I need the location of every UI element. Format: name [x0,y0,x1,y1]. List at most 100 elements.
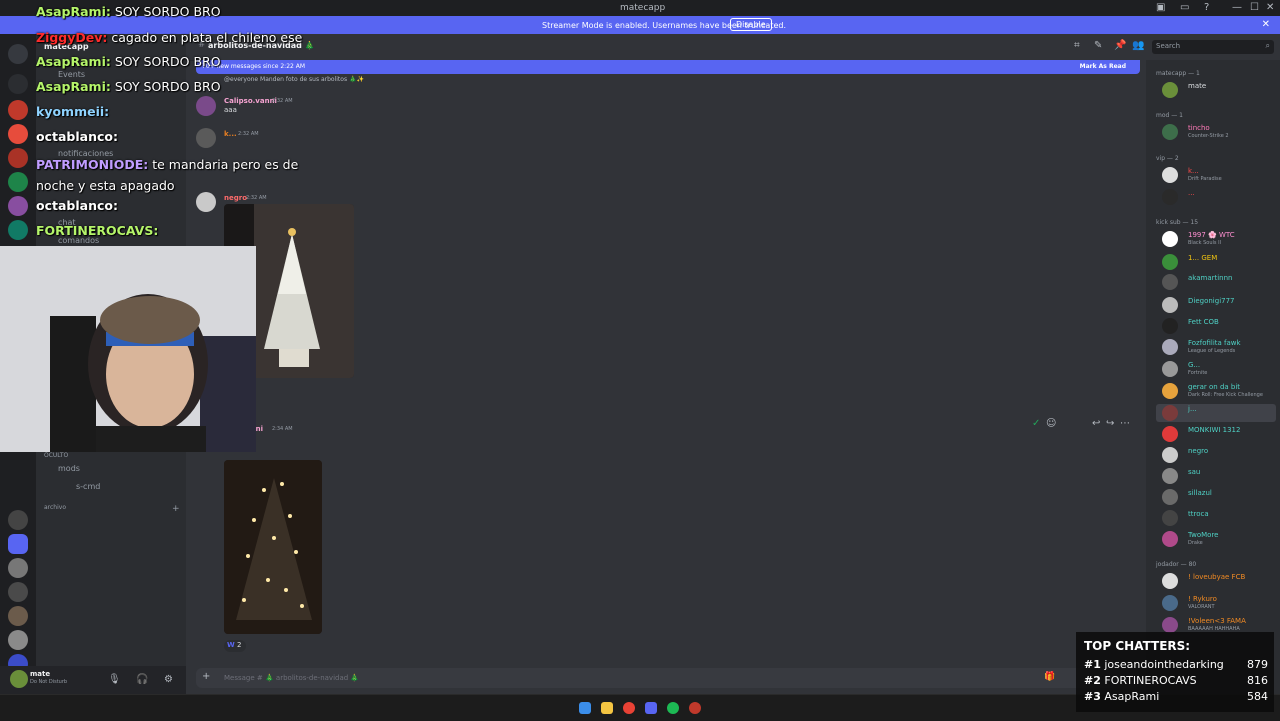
attach-plus-icon[interactable]: + [202,671,210,682]
chrome-icon[interactable] [623,702,635,714]
message-input-placeholder[interactable]: Message # 🎄 arbolitos-de-navidad 🎄 [224,674,359,682]
windows-start-icon[interactable] [579,702,591,714]
top-chatter-row: #2 FORTINEROCAVS 816 [1084,674,1268,687]
member-item[interactable]: MONKIWI 1312 [1156,425,1280,443]
server-icon[interactable] [8,148,28,168]
maximize-button[interactable]: ☐ [1250,2,1259,13]
member-item[interactable]: negro [1156,446,1280,464]
member-item[interactable]: akamartinnn [1156,273,1280,291]
microphone-icon[interactable]: 🎙 [108,674,121,685]
server-icon[interactable] [8,220,28,240]
member-group-label: mod — 1 [1156,112,1183,119]
member-item[interactable]: G... Fortnite [1156,360,1280,378]
member-group-label: jodador — 80 [1156,561,1197,568]
avatar[interactable] [10,670,28,688]
top-chatter-row: #1 joseandointhedarking 879 [1084,658,1268,671]
server-icon[interactable] [8,582,28,602]
member-item[interactable]: ! Rykuro VALORANT [1156,594,1280,612]
member-item[interactable]: j... [1156,404,1280,422]
server-icon[interactable] [8,630,28,650]
server-icon[interactable] [8,510,28,530]
tree-image [224,460,322,634]
member-group-label: matecapp — 1 [1156,70,1200,77]
inbox-icon[interactable]: ▣ [1156,2,1165,13]
mark-as-read-button[interactable]: Mark As Read [1080,63,1126,70]
reply-icon[interactable]: ↩ [1092,418,1100,429]
member-item[interactable]: ttroca [1156,509,1280,527]
member-list: matecapp — 1 mate mod — 1 tincho Counter-… [1146,60,1280,694]
more-options-icon[interactable]: ⋯ [1120,418,1130,429]
member-item[interactable]: Diegonigi777 [1156,296,1280,314]
member-item[interactable]: mate [1156,81,1280,99]
category-oculto[interactable]: OCULTO [44,452,68,459]
member-item[interactable]: ! loveubyae FCB [1156,572,1280,590]
gift-icon[interactable]: 🎁 [1044,672,1055,682]
server-icon[interactable] [8,534,28,554]
user-panel: mate Do Not Disturb 🎙 🎧 ⚙ [0,666,186,694]
overlay-chat-line: AsapRami: SOY SORDO BRO [36,54,221,69]
spotify-icon[interactable] [667,702,679,714]
stream-chat-overlay: AsapRami: SOY SORDO BRO ZiggyDev: cagado… [36,0,366,246]
streamer-webcam-image [0,246,256,452]
member-item[interactable]: TwoMore Drake [1156,530,1280,548]
server-icon[interactable] [8,124,28,144]
server-icon[interactable] [8,100,28,120]
minimize-button[interactable]: — [1232,2,1242,13]
settings-gear-icon[interactable]: ⚙ [164,674,173,685]
member-item[interactable]: sau [1156,467,1280,485]
reaction-count: 2 [237,641,242,649]
check-reaction-icon[interactable]: ✓ [1032,418,1040,429]
server-icon[interactable] [8,74,28,94]
overlay-chat-line: octablanco: [36,198,118,213]
channel-s-cmd[interactable]: s-cmd [76,482,100,491]
member-item[interactable]: 1997 🌸 WTC Black Souls II [1156,230,1280,248]
add-channel-icon[interactable]: + [172,504,180,514]
window-title: matecapp [620,3,666,13]
overlay-chat-line: FORTINEROCAVS: [36,223,159,238]
server-icon[interactable] [8,606,28,626]
discord-home-icon[interactable] [8,44,28,64]
category-archivo[interactable]: archivo [44,504,66,511]
member-item[interactable]: Fozfofilita fawk League of Legends [1156,338,1280,356]
overlay-chat-line: AsapRami: SOY SORDO BRO [36,79,221,94]
channel-mods[interactable]: mods [58,464,80,473]
pin-icon[interactable]: 📌 [1114,40,1126,51]
overlay-chat-line: octablanco: [36,129,118,144]
member-item[interactable]: 1... GEM [1156,253,1280,271]
member-group-label: kick sub — 15 [1156,219,1199,226]
close-window-button[interactable]: ✕ [1266,2,1274,13]
member-item[interactable]: ... [1156,188,1280,206]
threads-icon[interactable]: ⌗ [1074,40,1080,51]
w-emoji-icon: W [227,641,235,649]
add-reaction-icon[interactable]: ☺ [1046,418,1056,429]
notification-bell-icon[interactable]: ✎ [1094,40,1102,51]
user-status: Do Not Disturb [30,679,68,685]
top-chatter-row: #3 AsapRami 584 [1084,690,1268,703]
overlay-chat-line: ZiggyDev: cagado en plata el chileno ese [36,30,303,45]
christmas-tree-photo[interactable] [224,460,322,634]
message-time: 2:34 AM [272,426,293,432]
monitor-icon[interactable]: ▭ [1180,2,1189,13]
app-icon[interactable] [689,702,701,714]
file-explorer-icon[interactable] [601,702,613,714]
disable-streamer-mode-button[interactable]: Disable [730,18,772,31]
top-chatters-title: TOP CHATTERS: [1084,639,1191,653]
overlay-chat-line: kyommeii: [36,104,110,119]
help-icon[interactable]: ? [1204,2,1209,13]
forward-icon[interactable]: ↪ [1106,418,1114,429]
reaction-pill[interactable]: W 2 [224,640,246,652]
close-banner-button[interactable]: ✕ [1262,19,1270,30]
member-item[interactable]: sillazul [1156,488,1280,506]
message-composer[interactable]: + Message # 🎄 arbolitos-de-navidad 🎄 🎁 [196,668,1140,688]
server-icon[interactable] [8,172,28,192]
search-input[interactable]: Search ⌕ [1152,40,1274,54]
member-list-icon[interactable]: 👥 [1132,40,1144,51]
member-item[interactable]: gerar on da bit Dark Roll: Free Kick Chal… [1156,382,1280,400]
member-item[interactable]: tincho Counter-Strike 2 [1156,123,1280,141]
server-icon[interactable] [8,196,28,216]
headphones-icon[interactable]: 🎧 [136,674,148,685]
member-item[interactable]: k... Drift Paradise [1156,166,1280,184]
server-icon[interactable] [8,558,28,578]
discord-taskbar-icon[interactable] [645,702,657,714]
member-item[interactable]: Fett COB [1156,317,1280,335]
